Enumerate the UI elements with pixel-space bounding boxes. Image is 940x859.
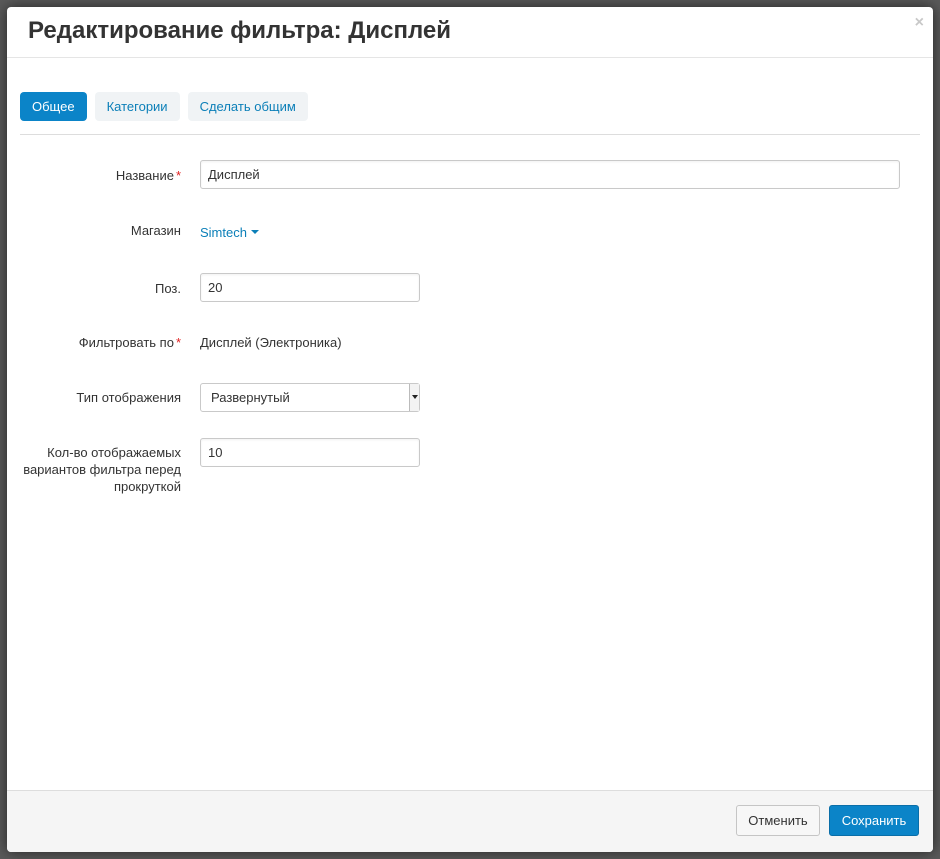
variants-count-row: Кол-во отображаемых вариантов фильтра пе… bbox=[7, 438, 933, 498]
filter-by-value: Дисплей (Электроника) bbox=[200, 335, 342, 350]
tab-general[interactable]: Общее bbox=[20, 92, 87, 121]
store-row: Магазин Simtech bbox=[7, 223, 933, 243]
filter-by-row: Фильтровать по * Дисплей (Электроника) bbox=[7, 335, 933, 355]
name-input[interactable]: Дисплей bbox=[200, 160, 900, 189]
variants-count-input[interactable]: 10 bbox=[200, 438, 420, 467]
close-icon[interactable]: × bbox=[915, 15, 924, 31]
display-type-select[interactable]: Развернутый bbox=[200, 383, 420, 412]
store-dropdown-value: Simtech bbox=[200, 225, 247, 240]
filter-by-label-text: Фильтровать по bbox=[78, 335, 174, 350]
variants-count-label: Кол-во отображаемых вариантов фильтра пе… bbox=[7, 444, 181, 495]
name-label-text: Название bbox=[115, 168, 174, 183]
cancel-button[interactable]: Отменить bbox=[736, 805, 820, 836]
variants-count-label-line: вариантов фильтра перед bbox=[23, 462, 181, 477]
edit-filter-dialog: Редактирование фильтра: Дисплей × Общее … bbox=[7, 7, 933, 852]
display-type-value: Развернутый bbox=[211, 390, 290, 405]
name-label: Название * bbox=[116, 168, 181, 183]
store-dropdown[interactable]: Simtech bbox=[200, 225, 259, 240]
position-row: Поз. 20 bbox=[7, 273, 933, 303]
tabs-divider bbox=[20, 134, 920, 135]
tab-bar: Общее Категории Сделать общим bbox=[20, 92, 308, 121]
save-button[interactable]: Сохранить bbox=[829, 805, 919, 836]
dialog-header: Редактирование фильтра: Дисплей × bbox=[7, 7, 933, 58]
caret-down-icon bbox=[250, 229, 259, 234]
dialog-title: Редактирование фильтра: Дисплей bbox=[28, 17, 452, 44]
tab-categories[interactable]: Категории bbox=[94, 92, 180, 121]
display-type-row: Тип отображения Развернутый bbox=[7, 383, 933, 413]
filter-by-label: Фильтровать по * bbox=[79, 335, 181, 350]
variants-count-label-line: прокруткой bbox=[113, 479, 181, 494]
store-label: Магазин bbox=[130, 223, 181, 238]
tab-make-shared[interactable]: Сделать общим bbox=[187, 92, 308, 121]
select-arrow-icon bbox=[409, 384, 419, 411]
required-mark: * bbox=[175, 168, 181, 183]
required-mark: * bbox=[175, 335, 181, 350]
display-type-label: Тип отображения bbox=[76, 390, 181, 405]
position-input[interactable]: 20 bbox=[200, 273, 420, 302]
dialog-footer: Отменить Сохранить bbox=[7, 790, 933, 852]
variants-count-label-line: Кол-во отображаемых bbox=[47, 445, 181, 460]
name-row: Название * Дисплей bbox=[7, 160, 933, 190]
position-label: Поз. bbox=[155, 281, 181, 296]
